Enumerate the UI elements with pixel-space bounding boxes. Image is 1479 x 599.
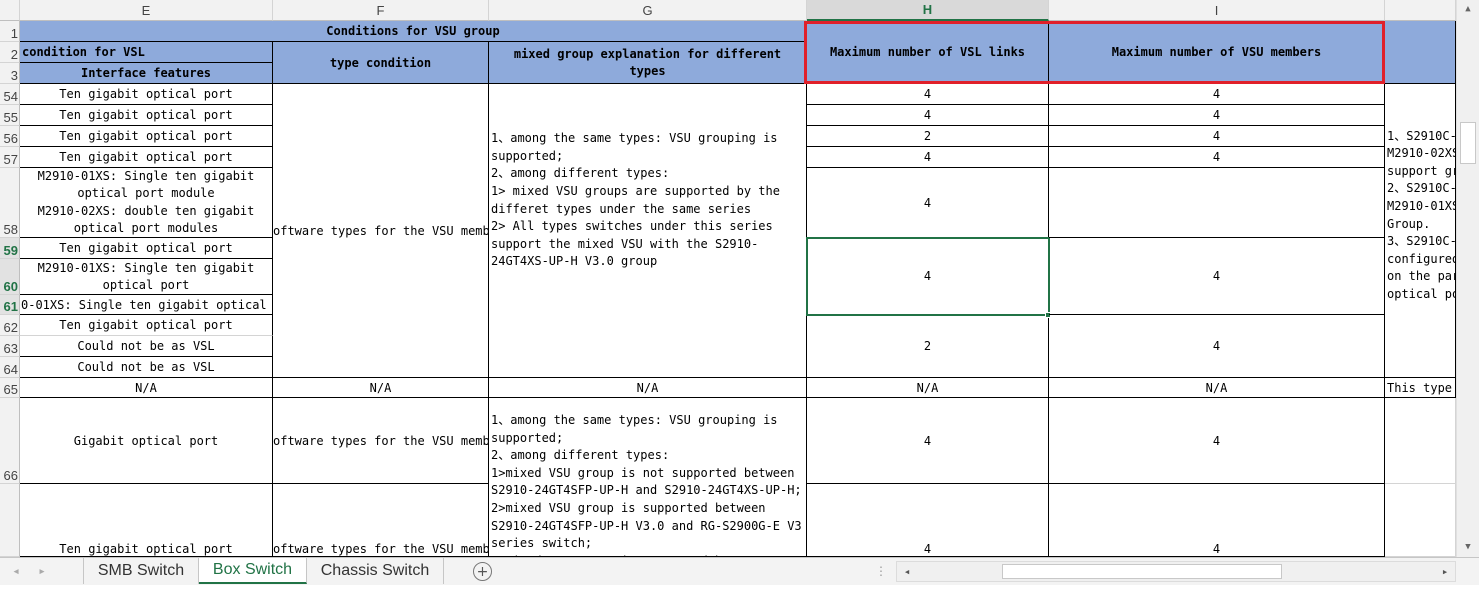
header-conditions-vsu-group[interactable]: Conditions for VSU group (20, 21, 807, 42)
cell-h56[interactable]: 2 (807, 126, 1049, 147)
horizontal-scroll-thumb[interactable] (1002, 564, 1282, 579)
cell-e65[interactable]: N/A (20, 378, 273, 398)
cell-j66[interactable] (1385, 398, 1456, 484)
column-header-h[interactable]: H (807, 0, 1049, 21)
vertical-scrollbar[interactable]: ▲ ▼ (1456, 0, 1479, 557)
row-header-58[interactable]: 58 (0, 168, 20, 238)
highlight-box (804, 21, 1385, 84)
cell-e56[interactable]: Ten gigabit optical port (20, 126, 273, 147)
row-header-60[interactable]: 60 (0, 259, 20, 295)
cell-h62-64[interactable]: 2 (807, 315, 1049, 378)
cell-j65[interactable]: This type (1385, 378, 1456, 398)
cell-e54[interactable]: Ten gigabit optical port (20, 84, 273, 105)
row-header-1[interactable]: 1 (0, 21, 20, 42)
cell-h65[interactable]: N/A (807, 378, 1049, 398)
cell-h66[interactable]: 4 (807, 398, 1049, 484)
cell-f65[interactable]: N/A (273, 378, 489, 398)
cell-e66[interactable]: Gigabit optical port (20, 398, 273, 484)
bottom-strip (0, 585, 1479, 599)
cell-i66[interactable]: 4 (1049, 398, 1385, 484)
cell-h55[interactable]: 4 (807, 105, 1049, 126)
row-header-57[interactable]: 57 (0, 147, 20, 168)
tab-smb-switch[interactable]: SMB Switch (84, 558, 199, 584)
row-header-3[interactable]: 3 (0, 63, 20, 84)
tab-chassis-switch[interactable]: Chassis Switch (307, 558, 444, 584)
column-header-e[interactable]: E (20, 0, 273, 21)
header-interface-features[interactable]: Interface features (20, 63, 273, 84)
column-header-j[interactable] (1385, 0, 1456, 21)
cell-i58[interactable] (1049, 168, 1385, 238)
column-header-g[interactable]: G (489, 0, 807, 21)
column-header-i[interactable]: I (1049, 0, 1385, 21)
row-header-62[interactable]: 62 (0, 315, 20, 336)
cell-i57[interactable]: 4 (1049, 147, 1385, 168)
row-header-56[interactable]: 56 (0, 126, 20, 147)
cell-h54[interactable]: 4 (807, 84, 1049, 105)
tab-box-switch[interactable]: Box Switch (199, 558, 307, 584)
cell-j-merged-1[interactable]: 1、S2910C- M2910-02XS support gr 2、S2910C… (1385, 84, 1456, 378)
cell-i55[interactable]: 4 (1049, 105, 1385, 126)
row-header-61[interactable]: 61 (0, 295, 20, 315)
cell-i65[interactable]: N/A (1049, 378, 1385, 398)
tab-split-handle-icon[interactable]: ⋮ (875, 562, 887, 580)
row-header-67[interactable] (0, 484, 20, 557)
header-mixed-group[interactable]: mixed group explanation for different ty… (489, 42, 807, 84)
cell-g65[interactable]: N/A (489, 378, 807, 398)
row-header-59[interactable]: 59 (0, 238, 20, 259)
row-header-65[interactable]: 65 (0, 378, 20, 398)
add-sheet-icon[interactable]: + (473, 562, 492, 581)
cell-e63[interactable]: Could not be as VSL (20, 336, 273, 357)
scroll-left-icon[interactable]: ◂ (899, 563, 915, 580)
cell-h57[interactable]: 4 (807, 147, 1049, 168)
cell-f66[interactable]: oftware types for the VSU memb (273, 398, 489, 484)
row-header-55[interactable]: 55 (0, 105, 20, 126)
tab-next-icon[interactable]: ▸ (34, 562, 50, 580)
cell-e64[interactable]: Could not be as VSL (20, 357, 273, 378)
cell-e61[interactable]: 0-01XS: Single ten gigabit optical (20, 295, 273, 315)
cell-f-merged-1[interactable]: oftware types for the VSU memb (273, 84, 489, 378)
cell-e59[interactable]: Ten gigabit optical port (20, 238, 273, 259)
cell-j67[interactable] (1385, 484, 1456, 557)
cell-h67[interactable]: 4 (807, 484, 1049, 557)
header-condition-vsl[interactable]: condition for VSL (20, 42, 273, 63)
row-header-63[interactable]: 63 (0, 336, 20, 357)
row-header-66[interactable]: 66 (0, 398, 20, 484)
column-header-f[interactable]: F (273, 0, 489, 21)
cell-f67[interactable]: oftware types for the VSU memb (273, 484, 489, 557)
cell-e67[interactable]: Ten gigabit optical port (20, 484, 273, 557)
cell-i54[interactable]: 4 (1049, 84, 1385, 105)
vertical-scroll-thumb[interactable] (1460, 122, 1476, 164)
selected-cell-outline (806, 237, 1050, 316)
cell-i59-61[interactable]: 4 (1049, 238, 1385, 315)
cell-h58[interactable]: 4 (807, 168, 1049, 238)
cell-e60[interactable]: M2910-01XS: Single ten gigabit optical p… (20, 259, 273, 295)
cell-i56[interactable]: 4 (1049, 126, 1385, 147)
horizontal-scrollbar[interactable]: ◂ ▸ (896, 561, 1456, 582)
corner-select-all[interactable] (0, 0, 20, 21)
header-j-blank[interactable] (1385, 21, 1456, 84)
cell-e57[interactable]: Ten gigabit optical port (20, 147, 273, 168)
row-header-64[interactable]: 64 (0, 357, 20, 378)
cell-e58[interactable]: M2910-01XS: Single ten gigabit optical p… (20, 168, 273, 238)
row-header-2[interactable]: 2 (0, 42, 20, 63)
cell-i62-64[interactable]: 4 (1049, 315, 1385, 378)
header-type-condition[interactable]: type condition (273, 42, 489, 84)
sheet-tab-bar: ◂ ▸ SMB Switch Box Switch Chassis Switch… (0, 557, 1479, 585)
cell-g-merged-1[interactable]: 1、among the same types: VSU grouping is … (489, 84, 807, 378)
scroll-up-icon[interactable]: ▲ (1460, 2, 1476, 16)
row-header-54[interactable]: 54 (0, 84, 20, 105)
scroll-right-icon[interactable]: ▸ (1437, 563, 1453, 580)
tab-prev-icon[interactable]: ◂ (8, 562, 24, 580)
scroll-down-icon[interactable]: ▼ (1460, 540, 1476, 554)
cell-e62[interactable]: Ten gigabit optical port (20, 315, 273, 336)
cell-g-merged-2[interactable]: 1、among the same types: VSU grouping is … (489, 398, 807, 557)
cell-i67[interactable]: 4 (1049, 484, 1385, 557)
cell-e55[interactable]: Ten gigabit optical port (20, 105, 273, 126)
